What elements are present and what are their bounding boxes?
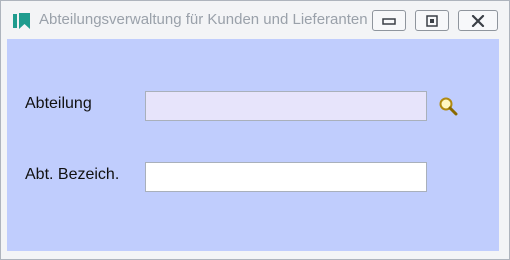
magnifier-icon[interactable] bbox=[438, 96, 458, 116]
window-title: Abteilungsverwaltung für Kunden und Lief… bbox=[39, 11, 368, 28]
abteilung-label: Abteilung bbox=[25, 95, 92, 112]
minimize-icon bbox=[382, 17, 396, 25]
close-icon bbox=[471, 14, 485, 27]
close-button[interactable] bbox=[458, 10, 498, 31]
bezeichnung-input[interactable] bbox=[145, 162, 427, 192]
restore-icon bbox=[426, 14, 438, 27]
form-area: Abteilung Abt. Bezeich. bbox=[7, 39, 499, 251]
minimize-button[interactable] bbox=[372, 10, 406, 31]
dialog-window: Abteilungsverwaltung für Kunden und Lief… bbox=[0, 0, 510, 260]
abteilung-input[interactable] bbox=[145, 91, 427, 121]
bezeichnung-label: Abt. Bezeich. bbox=[25, 166, 120, 183]
bookmark-icon bbox=[13, 13, 30, 29]
title-bar[interactable]: Abteilungsverwaltung für Kunden und Lief… bbox=[1, 1, 509, 37]
restore-button[interactable] bbox=[415, 10, 449, 31]
